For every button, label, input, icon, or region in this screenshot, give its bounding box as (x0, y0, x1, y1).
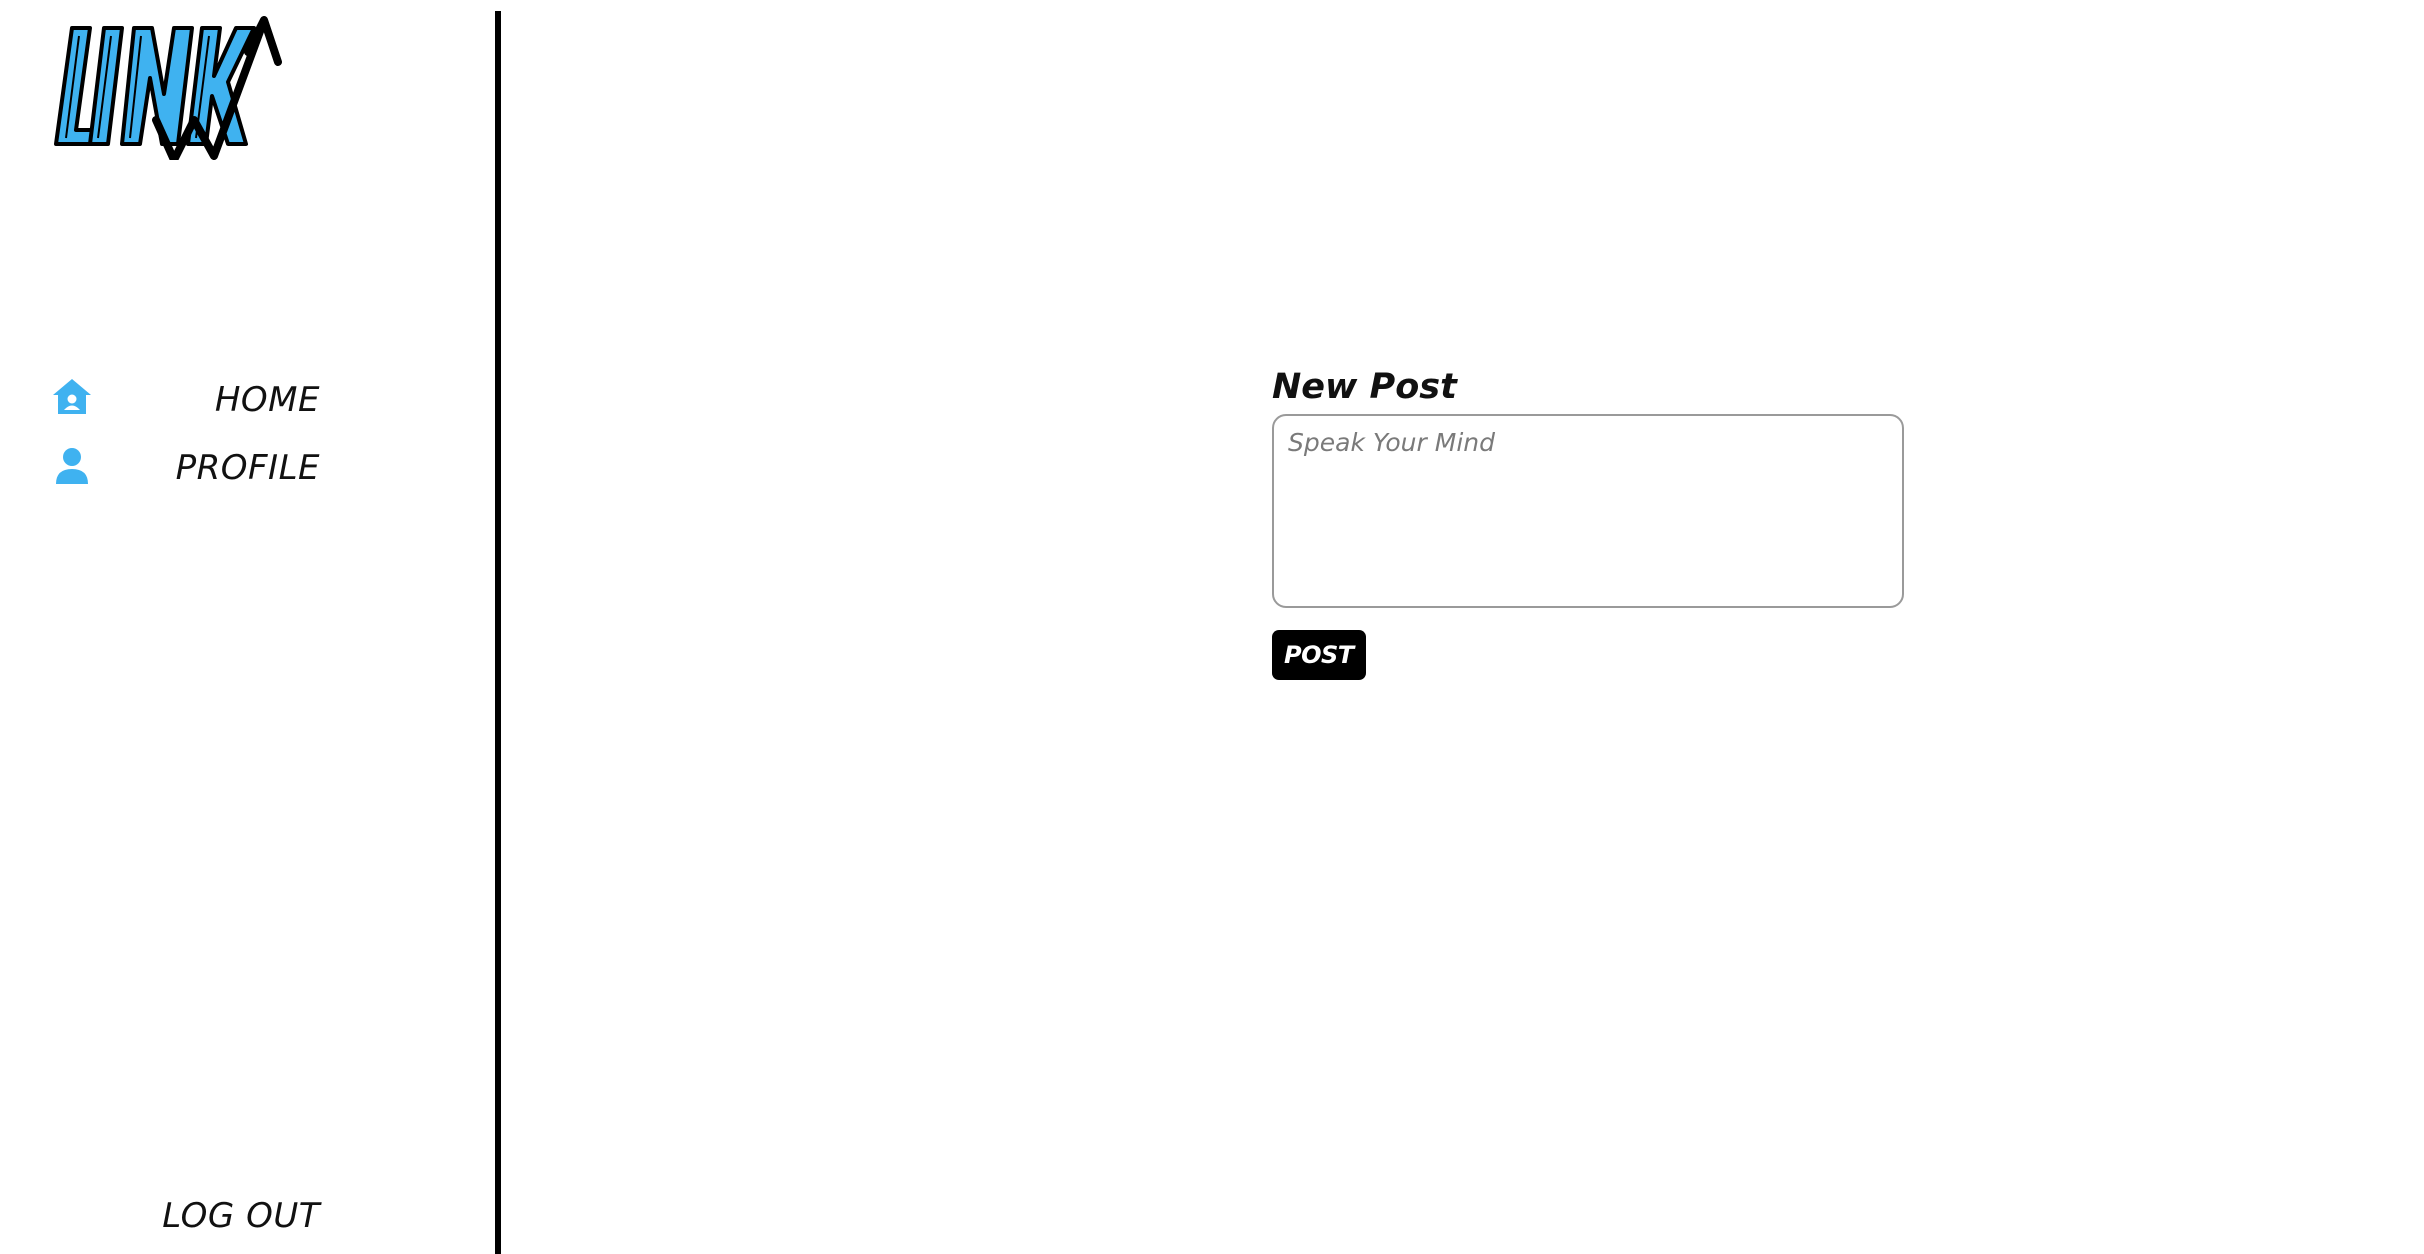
logo-graphic (54, 16, 282, 160)
composer-title: New Post (1272, 367, 1457, 407)
logout-button[interactable]: LOG OUT (100, 1196, 320, 1246)
sidebar-item-profile[interactable]: PROFILE (50, 440, 320, 496)
sidebar-item-label: PROFILE (175, 448, 320, 488)
house-icon (50, 376, 94, 420)
sidebar-divider (495, 11, 501, 1254)
post-button[interactable]: POST (1272, 630, 1366, 680)
sidebar-item-home[interactable]: HOME (50, 372, 320, 428)
link-logo[interactable] (52, 16, 290, 160)
user-icon (50, 444, 94, 488)
app-page: HOME PROFILE LOG OUT New Post POST (0, 0, 2424, 1254)
sidebar: HOME PROFILE LOG OUT (0, 0, 495, 1254)
post-textarea[interactable] (1272, 414, 1904, 608)
new-post-composer: New Post POST (1272, 362, 1908, 680)
sidebar-item-label: HOME (214, 380, 320, 420)
